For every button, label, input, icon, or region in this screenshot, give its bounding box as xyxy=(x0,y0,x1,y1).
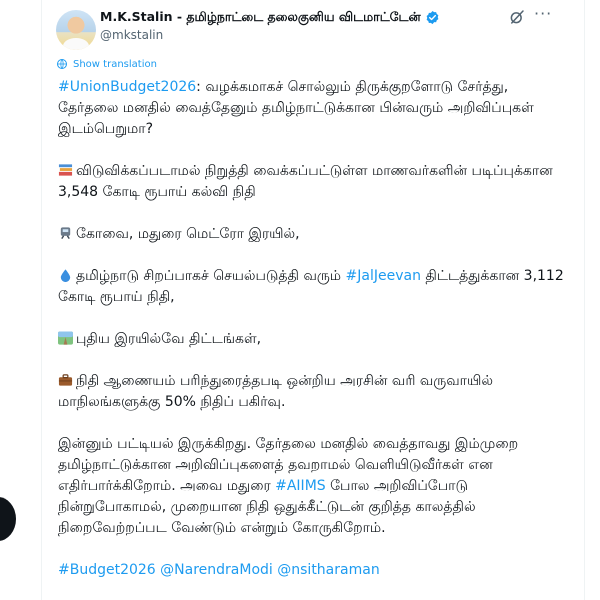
railway-emoji xyxy=(58,331,73,345)
author-handle[interactable]: @mkstalin xyxy=(100,28,163,42)
author-name[interactable]: M.K.Stalin - தமிழ்நாட்டை தலைகுனிய விடமாட… xyxy=(100,9,421,26)
metro-emoji xyxy=(60,227,71,240)
tweet-text: #UnionBudget2026: வழக்கமாகச் சொல்லும் தி… xyxy=(58,77,568,581)
globe-icon xyxy=(57,59,67,69)
mention-nsitharaman[interactable]: @nsitharaman xyxy=(277,562,379,578)
hashtag-budget2026[interactable]: #Budget2026 xyxy=(58,562,156,578)
tweet-paragraph-jaljeevan: தமிழ்நாடு சிறப்பாகச் செயல்படுத்தி வரும் … xyxy=(58,266,568,308)
mention-narendramodi[interactable]: @NarendraModi xyxy=(160,562,273,578)
tweet-paragraph-closing: இன்னும் பட்டியல் இருக்கிறது. தேர்தலை மனத… xyxy=(58,434,568,539)
grok-icon[interactable] xyxy=(508,8,526,26)
education-text: விடுவிக்கப்படாமல் நிறுத்தி வைக்கப்பட்டுள… xyxy=(58,163,553,200)
metro-text: கோவை, மதுரை மெட்ரோ இரயில், xyxy=(76,226,300,242)
briefcase-emoji xyxy=(58,374,73,386)
tweet-paragraph-tags: #Budget2026 @NarendraModi @nsitharaman xyxy=(58,560,568,581)
more-options-icon[interactable]: ··· xyxy=(534,4,552,23)
author-row: M.K.Stalin - தமிழ்நாட்டை தலைகுனிய விடமாட… xyxy=(100,9,440,26)
hashtag-unionbudget2026[interactable]: #UnionBudget2026 xyxy=(58,79,196,95)
verified-badge-icon xyxy=(426,10,438,25)
jaljeevan-text-a: தமிழ்நாடு சிறப்பாகச் செயல்படுத்தி வரும் xyxy=(76,268,346,284)
show-translation-label: Show translation xyxy=(73,58,157,70)
tweet-paragraph-intro: #UnionBudget2026: வழக்கமாகச் சொல்லும் தி… xyxy=(58,77,568,140)
hashtag-jaljeevan[interactable]: #JalJeevan xyxy=(346,268,421,284)
books-emoji xyxy=(58,164,73,176)
timeline-border-left xyxy=(41,0,42,600)
droplet-emoji xyxy=(60,269,71,282)
finance-commission-text: நிதி ஆணையம் பரிந்துரைத்தபடி ஒன்றிய அரசின… xyxy=(58,373,493,410)
tweet-paragraph-metro: கோவை, மதுரை மெட்ரோ இரயில், xyxy=(58,224,568,245)
tweet-paragraph-railway: புதிய இரயில்வே திட்டங்கள், xyxy=(58,329,568,350)
side-floating-button[interactable] xyxy=(0,497,16,541)
railway-text: புதிய இரயில்வே திட்டங்கள், xyxy=(76,331,262,347)
avatar[interactable] xyxy=(56,10,96,50)
show-translation-link[interactable]: Show translation xyxy=(56,58,157,70)
tweet-paragraph-education: விடுவிக்கப்படாமல் நிறுத்தி வைக்கப்பட்டுள… xyxy=(58,161,568,203)
tweet-paragraph-finance-commission: நிதி ஆணையம் பரிந்துரைத்தபடி ஒன்றிய அரசின… xyxy=(58,371,568,413)
hashtag-aiims[interactable]: #AIIMS xyxy=(275,478,326,494)
timeline-border-right xyxy=(584,0,585,600)
